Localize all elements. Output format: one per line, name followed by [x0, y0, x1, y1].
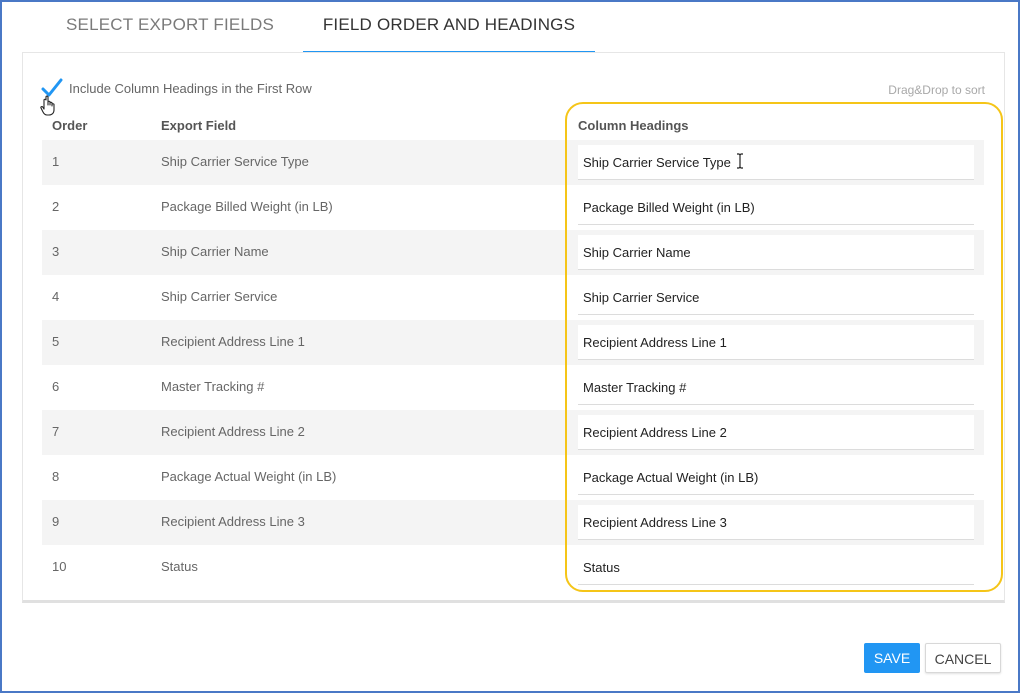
- table-row[interactable]: 1 Ship Carrier Service Type Ship Carrier…: [42, 140, 984, 185]
- column-header-order: Order: [52, 118, 88, 133]
- include-headings-label: Include Column Headings in the First Row: [69, 81, 312, 96]
- table-row[interactable]: 6 Master Tracking # Master Tracking #: [42, 365, 984, 410]
- table-row[interactable]: 4 Ship Carrier Service Ship Carrier Serv…: [42, 275, 984, 320]
- row-order: 8: [52, 469, 60, 484]
- row-order: 7: [52, 424, 60, 439]
- drag-drop-hint: Drag&Drop to sort: [888, 83, 985, 97]
- column-heading-input[interactable]: Recipient Address Line 3: [578, 505, 974, 540]
- row-export-field: Ship Carrier Service: [161, 289, 278, 304]
- i-beam-cursor-icon: [736, 153, 744, 169]
- table-row[interactable]: 10 Status Status: [42, 545, 984, 590]
- column-heading-input[interactable]: Package Billed Weight (in LB): [578, 190, 974, 225]
- row-order: 6: [52, 379, 60, 394]
- column-heading-input[interactable]: Ship Carrier Service Type: [578, 145, 974, 180]
- table-row[interactable]: 7 Recipient Address Line 2 Recipient Add…: [42, 410, 984, 455]
- row-export-field: Recipient Address Line 3: [161, 514, 305, 529]
- save-button[interactable]: SAVE: [864, 643, 920, 673]
- row-export-field: Status: [161, 559, 198, 574]
- row-order: 9: [52, 514, 60, 529]
- table-row[interactable]: 3 Ship Carrier Name Ship Carrier Name: [42, 230, 984, 275]
- row-export-field: Package Actual Weight (in LB): [161, 469, 337, 484]
- column-heading-input[interactable]: Status: [578, 550, 974, 585]
- row-export-field: Package Billed Weight (in LB): [161, 199, 333, 214]
- column-heading-input[interactable]: Recipient Address Line 2: [578, 415, 974, 450]
- table-row[interactable]: 5 Recipient Address Line 1 Recipient Add…: [42, 320, 984, 365]
- table-row[interactable]: 2 Package Billed Weight (in LB) Package …: [42, 185, 984, 230]
- row-order: 4: [52, 289, 60, 304]
- column-heading-input[interactable]: Ship Carrier Name: [578, 235, 974, 270]
- column-heading-input[interactable]: Master Tracking #: [578, 370, 974, 405]
- column-heading-input[interactable]: Ship Carrier Service: [578, 280, 974, 315]
- field-order-list: 1 Ship Carrier Service Type Ship Carrier…: [42, 140, 984, 590]
- cancel-button[interactable]: CANCEL: [925, 643, 1001, 673]
- table-row[interactable]: 9 Recipient Address Line 3 Recipient Add…: [42, 500, 984, 545]
- table-row[interactable]: 8 Package Actual Weight (in LB) Package …: [42, 455, 984, 500]
- tab-bar: SELECT EXPORT FIELDS FIELD ORDER AND HEA…: [50, 0, 610, 53]
- row-order: 3: [52, 244, 60, 259]
- row-order: 1: [52, 154, 60, 169]
- row-export-field: Master Tracking #: [161, 379, 265, 394]
- row-export-field: Ship Carrier Service Type: [161, 154, 309, 169]
- row-export-field: Ship Carrier Name: [161, 244, 269, 259]
- row-order: 10: [52, 559, 67, 574]
- column-heading-input[interactable]: Recipient Address Line 1: [578, 325, 974, 360]
- row-order: 2: [52, 199, 60, 214]
- tab-field-order-and-headings[interactable]: FIELD ORDER AND HEADINGS: [303, 0, 595, 53]
- row-order: 5: [52, 334, 60, 349]
- row-export-field: Recipient Address Line 2: [161, 424, 305, 439]
- hand-pointer-icon: [40, 95, 58, 117]
- row-export-field: Recipient Address Line 1: [161, 334, 305, 349]
- column-heading-input[interactable]: Package Actual Weight (in LB): [578, 460, 974, 495]
- column-header-column-headings: Column Headings: [578, 118, 689, 133]
- tab-select-export-fields[interactable]: SELECT EXPORT FIELDS: [66, 0, 274, 53]
- column-header-export-field: Export Field: [161, 118, 237, 133]
